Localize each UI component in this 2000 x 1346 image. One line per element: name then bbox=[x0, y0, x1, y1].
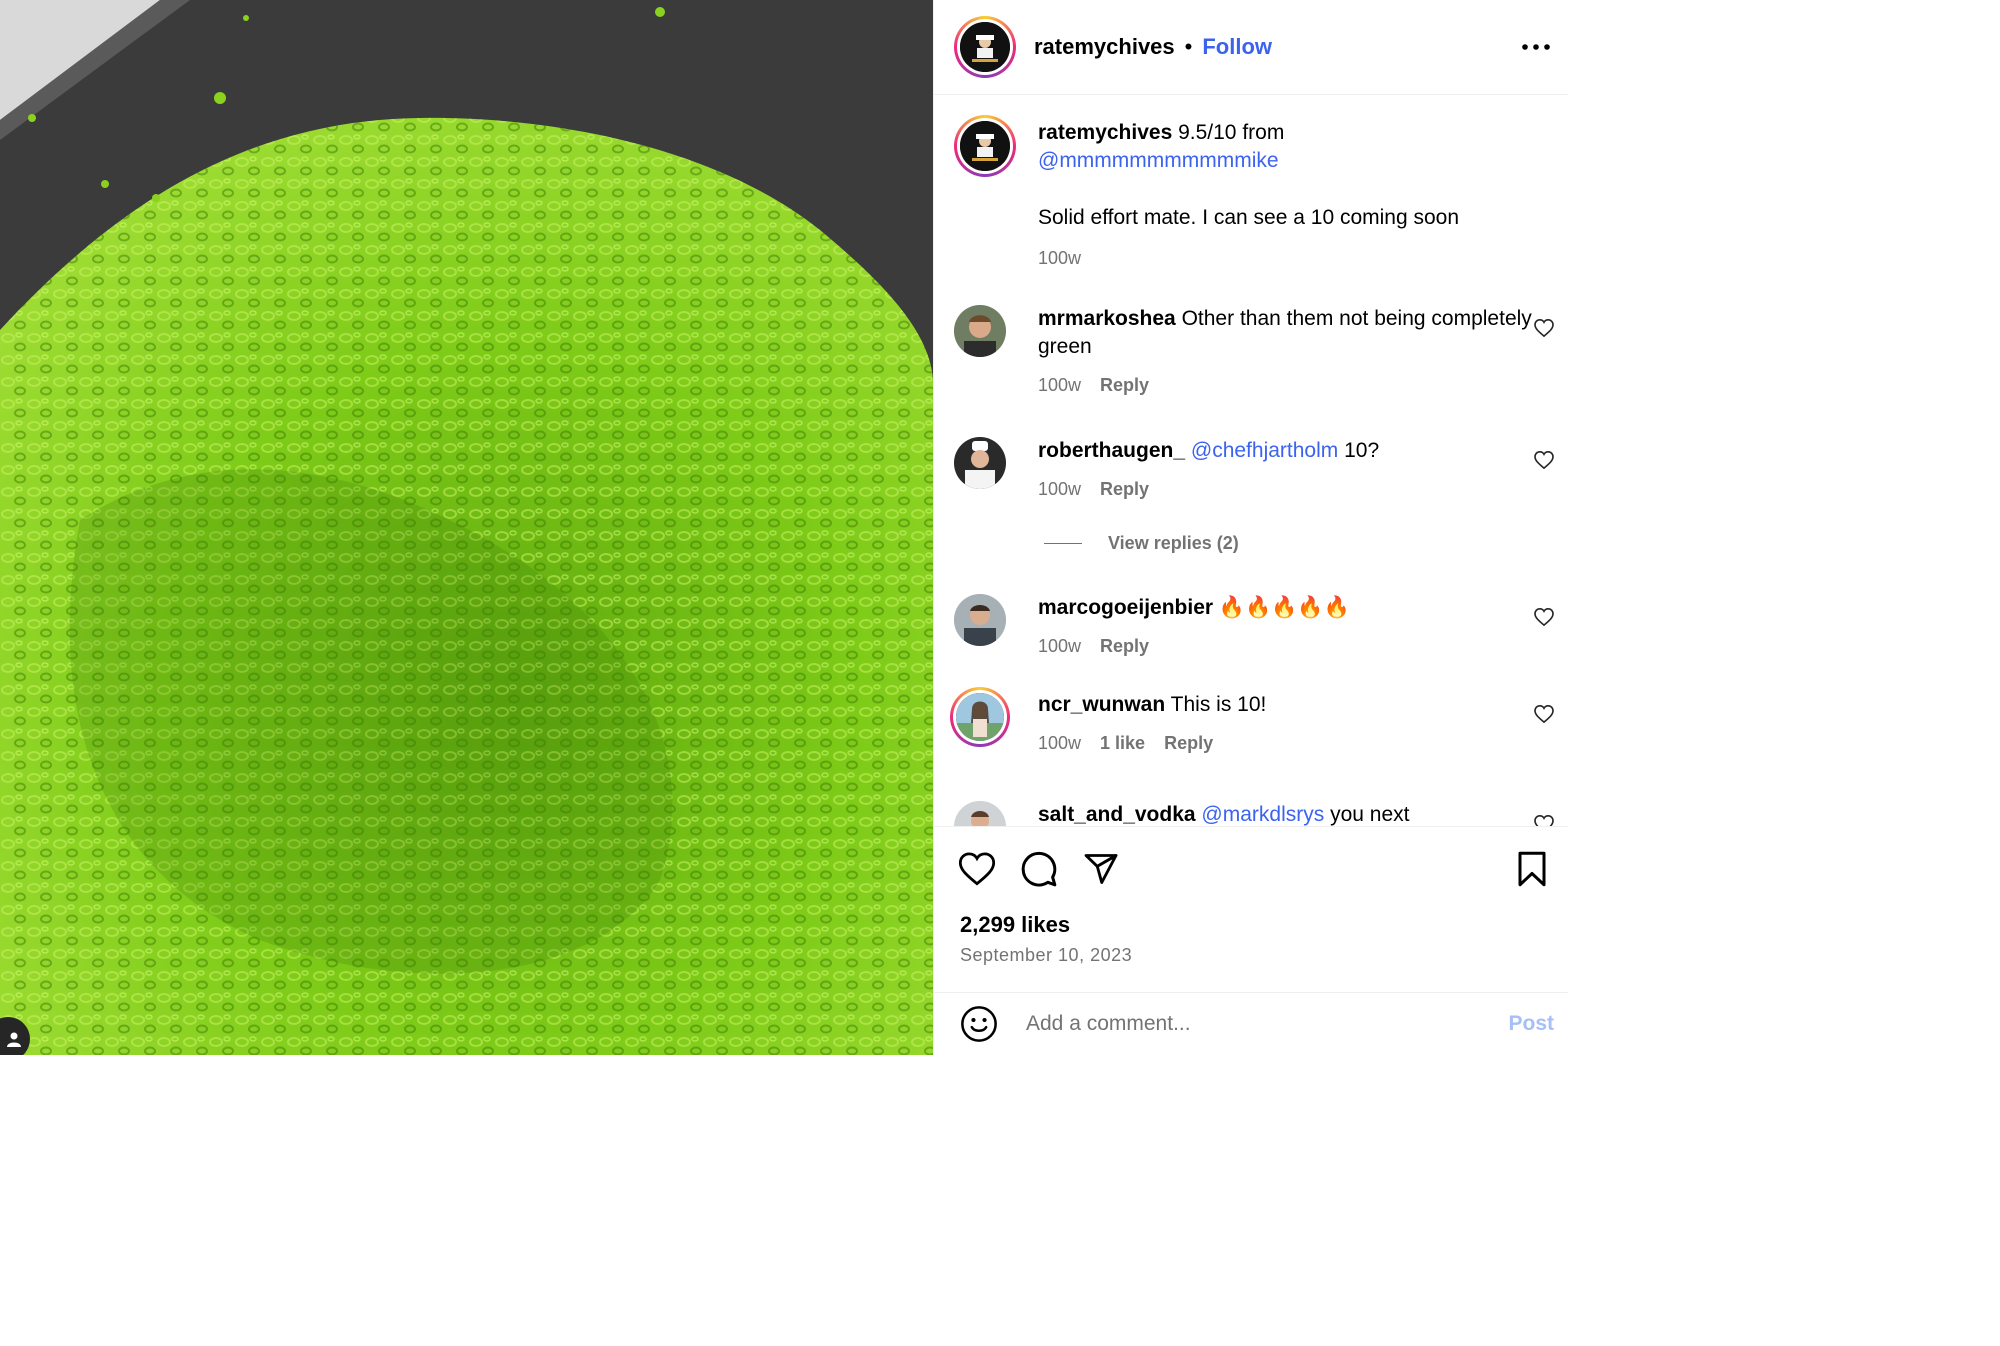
emoji-icon[interactable] bbox=[960, 1005, 998, 1043]
view-replies-label: View replies (2) bbox=[1108, 533, 1239, 553]
likes-count[interactable]: 2,299 likes bbox=[934, 911, 1568, 939]
comment-like-icon[interactable] bbox=[1534, 450, 1554, 474]
reply-button[interactable]: Reply bbox=[1100, 475, 1149, 503]
comment-username[interactable]: marcogoeijenbier bbox=[1038, 596, 1213, 619]
comment-username[interactable]: salt_and_vodka bbox=[1038, 803, 1196, 826]
comment-text: you next bbox=[1324, 803, 1410, 826]
heart-icon[interactable] bbox=[958, 852, 996, 886]
reply-button[interactable]: Reply bbox=[1100, 632, 1149, 660]
comment-item: marcogoeijenbier 🔥🔥🔥🔥🔥 100w Reply bbox=[954, 594, 1554, 660]
comment-item: mrmarkoshea Other than them not being co… bbox=[954, 305, 1554, 399]
comment-mention[interactable]: @markdlsrys bbox=[1201, 803, 1324, 826]
post-actions-bar bbox=[934, 827, 1568, 911]
paper-plane-icon[interactable] bbox=[1082, 851, 1120, 887]
post-header: ratemychives • Follow bbox=[934, 0, 1568, 95]
comment-like-icon[interactable] bbox=[1534, 607, 1554, 631]
user-tag-icon bbox=[6, 1031, 22, 1047]
comment-item: roberthaugen_ @chefhjartholm 10? 100w Rep… bbox=[954, 437, 1554, 503]
comment-username[interactable]: mrmarkoshea bbox=[1038, 307, 1176, 330]
add-comment-bar: Post bbox=[934, 992, 1568, 1055]
comment-item: ncr_wunwan This is 10! 100w 1 like Reply bbox=[950, 687, 1554, 757]
commenter-avatar[interactable] bbox=[954, 594, 1006, 646]
caption-text-2: Solid effort mate. I can see a 10 coming… bbox=[1038, 206, 1460, 229]
commenter-avatar[interactable] bbox=[954, 305, 1006, 357]
comment-likes-count[interactable]: 1 like bbox=[1100, 729, 1145, 757]
bookmark-icon[interactable] bbox=[1516, 851, 1548, 887]
author-avatar[interactable] bbox=[954, 16, 1016, 78]
comment-icon[interactable] bbox=[1020, 850, 1058, 888]
caption-text: 9.5/10 from bbox=[1172, 121, 1285, 144]
comment-text: 🔥🔥🔥🔥🔥 bbox=[1213, 596, 1350, 619]
comment-username[interactable]: ncr_wunwan bbox=[1038, 693, 1165, 716]
author-username[interactable]: ratemychives bbox=[1034, 34, 1175, 60]
comment-item: salt_and_vodka @markdlsrys you next bbox=[954, 801, 1554, 826]
comment-time[interactable]: 100w bbox=[1038, 729, 1081, 757]
commenter-avatar[interactable] bbox=[954, 437, 1006, 489]
reply-button[interactable]: Reply bbox=[1100, 371, 1149, 399]
comment-like-icon[interactable] bbox=[1534, 318, 1554, 342]
instagram-post-modal: ratemychives • Follow ratemychives 9.5/1… bbox=[0, 0, 1568, 1055]
comments-list[interactable]: ratemychives 9.5/10 from @mmmmmmmmmmmike… bbox=[934, 95, 1568, 827]
comment-text: This is 10! bbox=[1165, 693, 1267, 716]
comment-input[interactable] bbox=[1024, 1011, 1509, 1037]
post-date[interactable]: September 10, 2023 bbox=[934, 939, 1568, 966]
reply-button[interactable]: Reply bbox=[1164, 729, 1213, 757]
caption-time[interactable]: 100w bbox=[1038, 244, 1081, 272]
caption-mention[interactable]: @mmmmmmmmmmmike bbox=[1038, 149, 1279, 172]
comment-time[interactable]: 100w bbox=[1038, 632, 1081, 660]
comment-like-icon[interactable] bbox=[1534, 704, 1554, 728]
commenter-avatar[interactable] bbox=[954, 801, 1006, 826]
commenter-avatar[interactable] bbox=[950, 687, 1010, 747]
caption: ratemychives 9.5/10 from @mmmmmmmmmmmike… bbox=[954, 115, 1554, 272]
separator-dot: • bbox=[1184, 34, 1193, 59]
comment-like-icon[interactable] bbox=[1534, 814, 1554, 826]
post-comment-button[interactable]: Post bbox=[1508, 1012, 1554, 1036]
post-photo bbox=[0, 0, 933, 1055]
comment-time[interactable]: 100w bbox=[1038, 371, 1081, 399]
caption-avatar[interactable] bbox=[954, 115, 1016, 177]
post-media[interactable] bbox=[0, 0, 933, 1055]
comment-mention[interactable]: @chefhjartholm bbox=[1191, 439, 1338, 462]
comment-time[interactable]: 100w bbox=[1038, 475, 1081, 503]
divider-line bbox=[1044, 543, 1082, 544]
comment-text: 10? bbox=[1338, 439, 1380, 462]
follow-button[interactable]: Follow bbox=[1202, 34, 1272, 60]
post-side-panel: ratemychives • Follow ratemychives 9.5/1… bbox=[933, 0, 1568, 1055]
caption-username[interactable]: ratemychives bbox=[1038, 121, 1172, 144]
comment-username[interactable]: roberthaugen_ bbox=[1038, 439, 1185, 462]
more-horizontal-icon[interactable] bbox=[1518, 32, 1554, 62]
view-replies-button[interactable]: View replies (2) bbox=[1044, 533, 1239, 554]
